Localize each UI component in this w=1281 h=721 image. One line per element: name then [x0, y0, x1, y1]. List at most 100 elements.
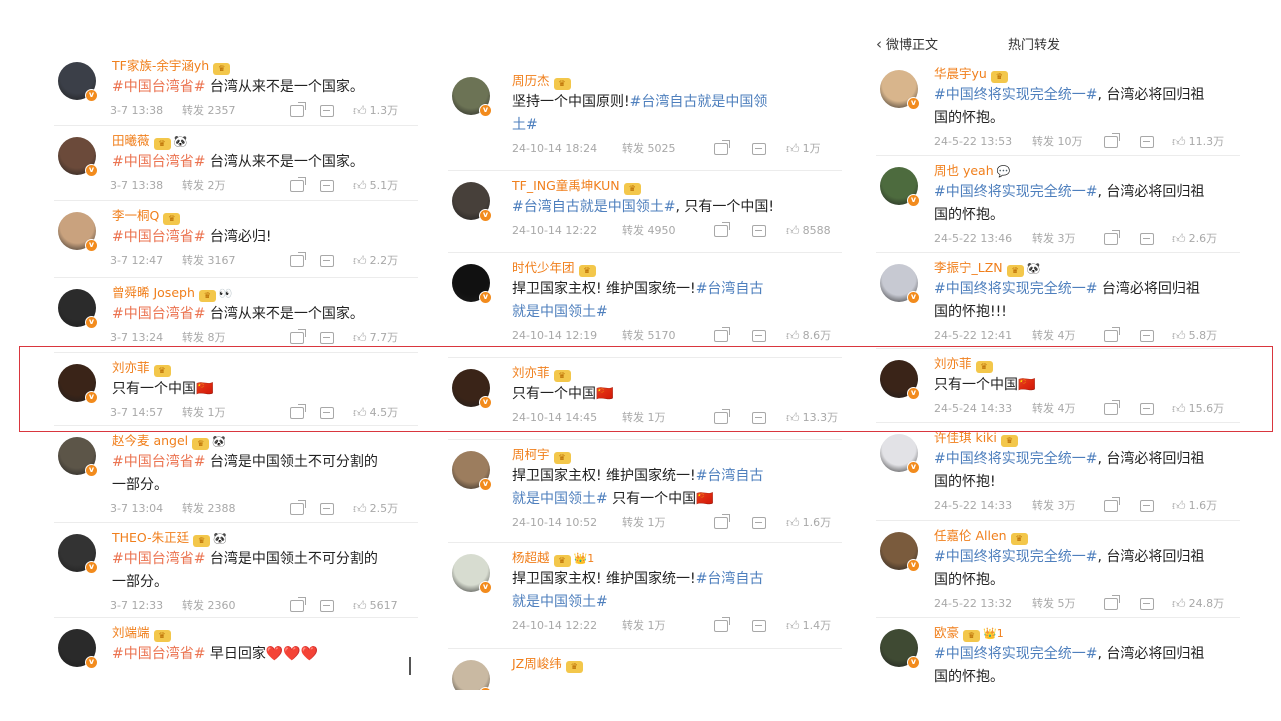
hashtag-link[interactable]: #中国终将实现完全统一# — [934, 549, 1097, 565]
username[interactable]: 李振宁_LZN ♛ 🐼 — [934, 260, 1040, 277]
hashtag-link[interactable]: #台湾自古就是中国领土# — [512, 199, 675, 215]
hashtag-link[interactable]: #中国终将实现完全统一# — [934, 451, 1097, 467]
share-icon[interactable] — [714, 327, 730, 342]
hashtag-link[interactable]: #中国终将实现完全统一# — [934, 87, 1097, 103]
share-icon[interactable] — [1104, 327, 1120, 342]
hashtag-link[interactable]: #中国台湾省# — [112, 79, 205, 95]
username-text[interactable]: TF家族-余宇涵yh — [112, 58, 209, 73]
comment-icon[interactable] — [1140, 233, 1154, 245]
comment-icon[interactable] — [320, 105, 334, 117]
avatar[interactable]: v — [880, 167, 920, 207]
username-text[interactable]: 赵今麦 angel — [112, 433, 188, 448]
repost-count[interactable]: 转发 2360 — [182, 598, 236, 614]
avatar[interactable]: v — [452, 554, 492, 594]
avatar[interactable]: v — [452, 182, 492, 222]
username-text[interactable]: 任嘉伦 Allen — [934, 528, 1007, 543]
share-icon[interactable] — [290, 500, 306, 515]
comment-icon[interactable] — [752, 330, 766, 342]
comment-icon[interactable] — [1140, 330, 1154, 342]
hashtag-link[interactable]: #中国台湾省# — [112, 306, 205, 322]
like-button[interactable]: 👍︎ 1万 — [786, 141, 821, 158]
avatar[interactable]: v — [452, 77, 492, 117]
comment-icon[interactable] — [320, 255, 334, 267]
username-text[interactable]: 欧豪 — [934, 625, 959, 640]
repost-count[interactable]: 转发 1万 — [622, 618, 666, 634]
share-icon[interactable] — [290, 329, 306, 344]
comment-icon[interactable] — [1140, 598, 1154, 610]
username[interactable]: JZ周峻纬 ♛ — [512, 656, 583, 673]
hashtag-link[interactable]: #中国台湾省# — [112, 154, 205, 170]
username-text[interactable]: TF_ING童禹坤KUN — [512, 178, 620, 193]
like-button[interactable]: 👍︎ 24.8万 — [1172, 596, 1224, 613]
repost-count[interactable]: 转发 8万 — [182, 330, 226, 346]
repost-count[interactable]: 转发 4950 — [622, 223, 676, 239]
share-icon[interactable] — [1104, 497, 1120, 512]
like-button[interactable]: 👍︎ 2.6万 — [1172, 231, 1217, 248]
avatar[interactable]: v — [452, 451, 492, 491]
back-arrow-icon[interactable]: ‹ — [876, 35, 882, 53]
repost-count[interactable]: 转发 2万 — [182, 178, 226, 194]
username[interactable]: 杨超越 ♛ 👑1 — [512, 550, 594, 567]
like-button[interactable]: 👍︎ 8588 — [786, 223, 831, 240]
comment-icon[interactable] — [752, 143, 766, 155]
username[interactable]: TF_ING童禹坤KUN ♛ — [512, 178, 641, 195]
username-text[interactable]: 杨超越 — [512, 550, 550, 565]
username-text[interactable]: 刘端端 — [112, 625, 150, 640]
like-button[interactable]: 👍︎ 7.7万 — [353, 330, 398, 347]
username[interactable]: 周柯宇 ♛ — [512, 447, 571, 464]
like-button[interactable]: 👍︎ 1.4万 — [786, 618, 831, 635]
username-text[interactable]: 周也 yeah — [934, 163, 994, 178]
repost-count[interactable]: 转发 4万 — [1032, 328, 1076, 344]
share-icon[interactable] — [714, 222, 730, 237]
username[interactable]: 华晨宇yu ♛ — [934, 66, 1008, 83]
share-icon[interactable] — [714, 514, 730, 529]
username[interactable]: 曾舜晞 Joseph ♛ 👀 — [112, 285, 233, 302]
tab-weibo-body[interactable]: 微博正文 — [886, 38, 938, 53]
like-button[interactable]: 👍︎ 5617 — [353, 598, 398, 615]
like-button[interactable]: 👍︎ 1.6万 — [786, 515, 831, 532]
username[interactable]: THEO-朱正廷 ♛ 🐼 — [112, 530, 227, 547]
like-button[interactable]: 👍︎ 5.8万 — [1172, 328, 1217, 345]
like-button[interactable]: 👍︎ 11.3万 — [1172, 134, 1224, 151]
like-button[interactable]: 👍︎ 5.1万 — [353, 178, 398, 195]
comment-icon[interactable] — [320, 600, 334, 612]
repost-count[interactable]: 转发 5170 — [622, 328, 676, 344]
comment-icon[interactable] — [1140, 500, 1154, 512]
username-text[interactable]: 曾舜晞 Joseph — [112, 285, 195, 300]
username-text[interactable]: 李振宁_LZN — [934, 260, 1003, 275]
share-icon[interactable] — [290, 597, 306, 612]
username-text[interactable]: JZ周峻纬 — [512, 656, 562, 671]
repost-count[interactable]: 转发 3万 — [1032, 231, 1076, 247]
tab-hot-reposts[interactable]: 热门转发 — [1008, 38, 1060, 53]
repost-count[interactable]: 转发 2388 — [182, 501, 236, 517]
username[interactable]: 刘端端 ♛ — [112, 625, 171, 642]
like-button[interactable]: 👍︎ 2.5万 — [353, 501, 398, 518]
username[interactable]: 任嘉伦 Allen ♛ — [934, 528, 1028, 545]
avatar[interactable]: v — [880, 434, 920, 474]
comment-icon[interactable] — [752, 620, 766, 632]
comment-icon[interactable] — [320, 180, 334, 192]
avatar[interactable]: v — [58, 137, 98, 177]
repost-count[interactable]: 转发 3167 — [182, 253, 236, 269]
like-button[interactable]: 👍︎ 1.6万 — [1172, 498, 1217, 515]
username-text[interactable]: 周柯宇 — [512, 447, 550, 462]
comment-icon[interactable] — [752, 225, 766, 237]
avatar[interactable]: v — [880, 70, 920, 110]
username[interactable]: 欧豪 ♛ 👑1 — [934, 625, 1004, 642]
hashtag-link[interactable]: #中国终将实现完全统一# — [934, 646, 1097, 662]
avatar[interactable]: v — [58, 62, 98, 102]
avatar[interactable]: v — [880, 264, 920, 304]
like-button[interactable]: 👍︎ 1.3万 — [353, 103, 398, 120]
hashtag-link[interactable]: #中国台湾省# — [112, 454, 205, 470]
username[interactable]: 周历杰 ♛ — [512, 73, 571, 90]
avatar[interactable]: v — [58, 534, 98, 574]
share-icon[interactable] — [714, 617, 730, 632]
share-icon[interactable] — [290, 252, 306, 267]
username[interactable]: 周也 yeah 💬 — [934, 163, 1010, 180]
share-icon[interactable] — [1104, 595, 1120, 610]
hashtag-link[interactable]: #中国终将实现完全统一# — [934, 184, 1097, 200]
share-icon[interactable] — [290, 102, 306, 117]
hashtag-link[interactable]: #中国台湾省# — [112, 229, 205, 245]
like-button[interactable]: 👍︎ 8.6万 — [786, 328, 831, 345]
hashtag-link[interactable]: #中国终将实现完全统一# — [934, 281, 1097, 297]
